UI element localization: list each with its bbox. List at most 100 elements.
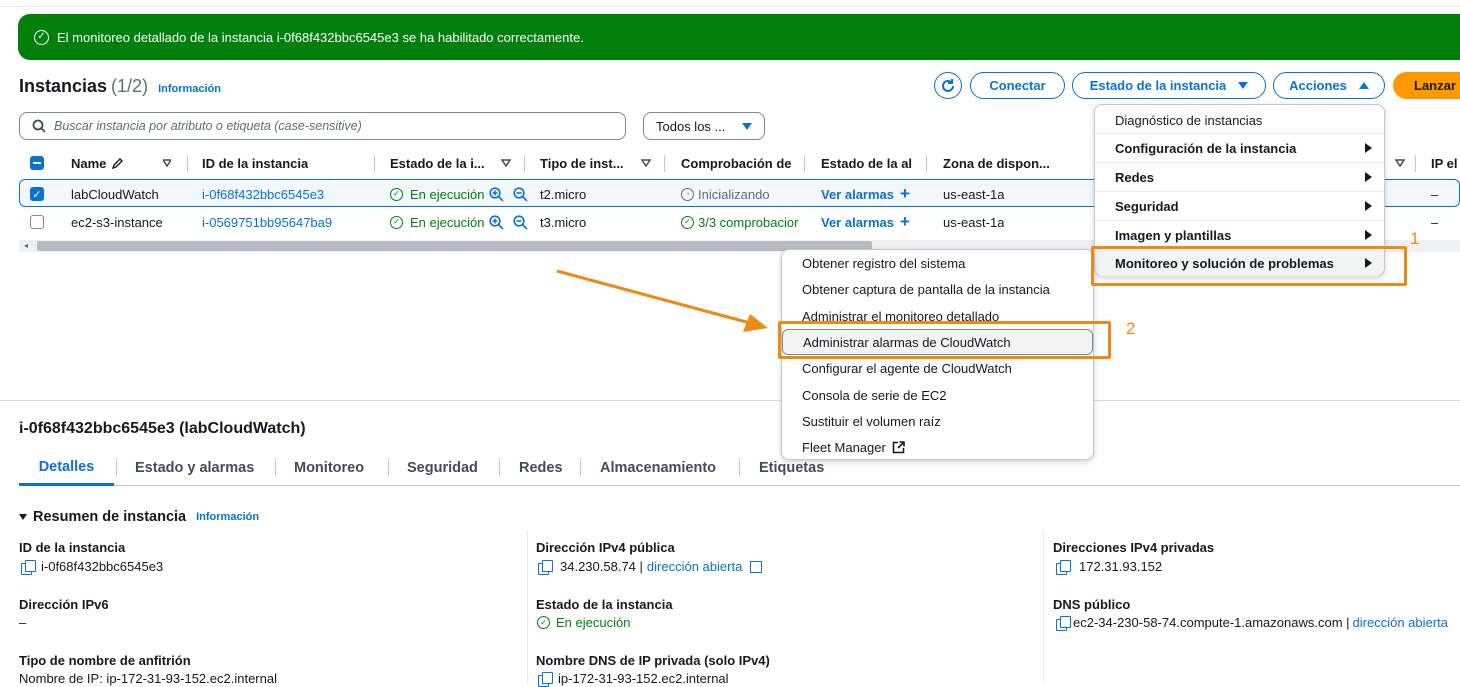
- availability-zone: us-east-1a: [943, 186, 1005, 202]
- menu-item-instance-settings[interactable]: Configuración de la instancia: [1095, 134, 1384, 162]
- sort-icon[interactable]: [1395, 150, 1405, 176]
- zoom-out-icon[interactable]: [513, 186, 529, 202]
- connect-button[interactable]: Conectar: [970, 72, 1065, 99]
- highlight-box-1: [1091, 246, 1407, 286]
- instance-id-link[interactable]: i-0f68f432bbc6545e3: [202, 180, 324, 208]
- menu-item-label: Imagen y plantillas: [1115, 227, 1232, 243]
- actions-button[interactable]: Acciones: [1273, 72, 1385, 99]
- caret-down-icon: [1238, 82, 1249, 89]
- tab-networking[interactable]: Redes: [519, 450, 563, 486]
- instance-state: ✓ En ejecución: [390, 180, 529, 208]
- open-address-link[interactable]: dirección abierta: [647, 559, 742, 574]
- status-check-text: Inicializando: [698, 186, 770, 202]
- status-check: ◔ Inicializando: [681, 180, 803, 208]
- select-all-checkbox[interactable]: [30, 150, 44, 176]
- horizontal-scrollbar-thumb[interactable]: [37, 241, 872, 251]
- check-circle-icon: ✓: [537, 616, 550, 629]
- copy-icon[interactable]: [538, 559, 553, 575]
- instance-id-label: ID de la instancia: [19, 540, 126, 555]
- check-circle-icon: ✓: [390, 215, 403, 229]
- menu-item-security[interactable]: Seguridad: [1095, 192, 1384, 220]
- column-alarm-status[interactable]: Estado de la al: [821, 150, 913, 176]
- menu-item-replace-root-volume[interactable]: Sustituir el volumen raíz: [782, 408, 1093, 434]
- column-availability-zone[interactable]: Zona de dispon...: [943, 150, 1053, 176]
- tab-monitoring[interactable]: Monitoreo: [294, 450, 364, 486]
- check-circle-icon: ✓: [34, 29, 49, 45]
- info-link[interactable]: Información: [196, 511, 259, 523]
- instance-state-label: Estado de la instancia: [1089, 78, 1227, 93]
- info-link[interactable]: Información: [158, 83, 221, 95]
- instance-name: labCloudWatch: [71, 186, 159, 202]
- instance-id-text: i-0f68f432bbc6545e3: [41, 559, 164, 574]
- menu-item-image-templates[interactable]: Imagen y plantillas: [1095, 221, 1384, 249]
- menu-item-get-screenshot[interactable]: Obtener captura de pantalla de la instan…: [782, 276, 1093, 302]
- elastic-ip: –: [1431, 186, 1439, 202]
- refresh-button[interactable]: [934, 72, 962, 99]
- launch-instances-button[interactable]: Lanzar i: [1393, 72, 1460, 99]
- instance-id-link[interactable]: i-0569751bb95647ba9: [202, 208, 332, 236]
- column-elastic-ip[interactable]: IP el: [1431, 150, 1460, 176]
- tab-storage[interactable]: Almacenamiento: [600, 450, 716, 486]
- external-link-icon[interactable]: [750, 560, 763, 573]
- selection-count: (1/2): [111, 76, 149, 96]
- check-circle-icon: ✓: [681, 215, 694, 229]
- caret-down-icon: [742, 122, 752, 130]
- filter-value: Todos los ...: [656, 118, 726, 134]
- view-alarms-link[interactable]: Ver alarmas +: [821, 208, 910, 236]
- elastic-ip: –: [1431, 214, 1439, 230]
- sort-icon[interactable]: [641, 150, 651, 176]
- copy-icon[interactable]: [1056, 615, 1071, 631]
- zoom-in-icon[interactable]: [489, 186, 505, 202]
- copy-icon[interactable]: [538, 671, 553, 687]
- column-instance-id[interactable]: ID de la instancia: [202, 150, 308, 176]
- open-address-link[interactable]: dirección abierta: [1353, 615, 1448, 630]
- refresh-icon: [942, 78, 954, 92]
- search-placeholder: Buscar instancia por atributo o etiqueta…: [54, 119, 362, 133]
- plus-icon[interactable]: +: [900, 184, 910, 204]
- instance-state-button[interactable]: Estado de la instancia: [1072, 72, 1266, 99]
- scroll-left-icon[interactable]: ◂: [24, 241, 28, 250]
- row-checkbox[interactable]: [30, 208, 44, 236]
- search-icon: [32, 119, 46, 133]
- zoom-out-icon[interactable]: [513, 214, 529, 230]
- tab-security[interactable]: Seguridad: [407, 450, 478, 486]
- column-status-check[interactable]: Comprobación de: [681, 150, 799, 176]
- menu-item-get-system-log[interactable]: Obtener registro del sistema: [782, 250, 1093, 276]
- state-filter-select[interactable]: Todos los ...: [643, 112, 765, 140]
- caret-up-icon: [1358, 82, 1369, 89]
- sort-icon[interactable]: [163, 150, 171, 176]
- search-input[interactable]: Buscar instancia por atributo o etiqueta…: [19, 112, 626, 140]
- view-alarms-link[interactable]: Ver alarmas +: [821, 180, 910, 208]
- private-ipv4-value: 172.31.93.152: [1056, 559, 1162, 575]
- public-dns-value: ec2-34-230-58-74.compute-1.amazonaws.com…: [1056, 615, 1448, 631]
- sort-icon[interactable]: [501, 150, 511, 176]
- copy-icon[interactable]: [1056, 559, 1071, 575]
- page-title: Instancias (1/2) Información: [19, 76, 221, 97]
- summary-section-toggle[interactable]: Resumen de instancia Información: [19, 509, 259, 525]
- public-ipv4-value: 34.230.58.74 | dirección abierta: [538, 559, 763, 575]
- column-label: Name: [71, 155, 107, 171]
- tab-status-alarms[interactable]: Estado y alarmas: [135, 450, 254, 486]
- details-title: i-0f68f432bbc6545e3 (labCloudWatch): [19, 420, 306, 437]
- details-tabs: Detalles Estado y alarmas Monitoreo Segu…: [19, 450, 1460, 486]
- hostname-type-value: Nombre de IP: ip-172-31-93-152.ec2.inter…: [19, 671, 277, 686]
- tab-details[interactable]: Detalles: [19, 450, 114, 486]
- row-checkbox[interactable]: ✓: [30, 180, 44, 208]
- column-instance-state[interactable]: Estado de la i...: [390, 150, 500, 176]
- state-text: En ejecución: [410, 214, 485, 230]
- success-banner: ✓ El monitoreo detallado de la instancia…: [18, 14, 1460, 60]
- banner-text: El monitoreo detallado de la instancia i…: [57, 29, 584, 45]
- menu-item-instance-diagnostics[interactable]: Diagnóstico de instancias: [1095, 107, 1384, 133]
- menu-item-ec2-serial-console[interactable]: Consola de serie de EC2: [782, 382, 1093, 408]
- private-dns-text: ip-172-31-93-152.ec2.internal: [558, 671, 729, 686]
- copy-icon[interactable]: [21, 559, 36, 575]
- view-alarms-label: Ver alarmas: [821, 186, 895, 202]
- column-name[interactable]: Name: [71, 150, 124, 176]
- zoom-in-icon[interactable]: [489, 214, 505, 230]
- plus-icon[interactable]: +: [900, 212, 910, 232]
- menu-item-networking[interactable]: Redes: [1095, 163, 1384, 191]
- clock-icon: ◔: [681, 187, 694, 201]
- column-instance-type[interactable]: Tipo de inst...: [540, 150, 640, 176]
- menu-item-fleet-manager[interactable]: Fleet Manager: [782, 434, 1093, 460]
- annotation-number-1: 1: [1410, 229, 1420, 248]
